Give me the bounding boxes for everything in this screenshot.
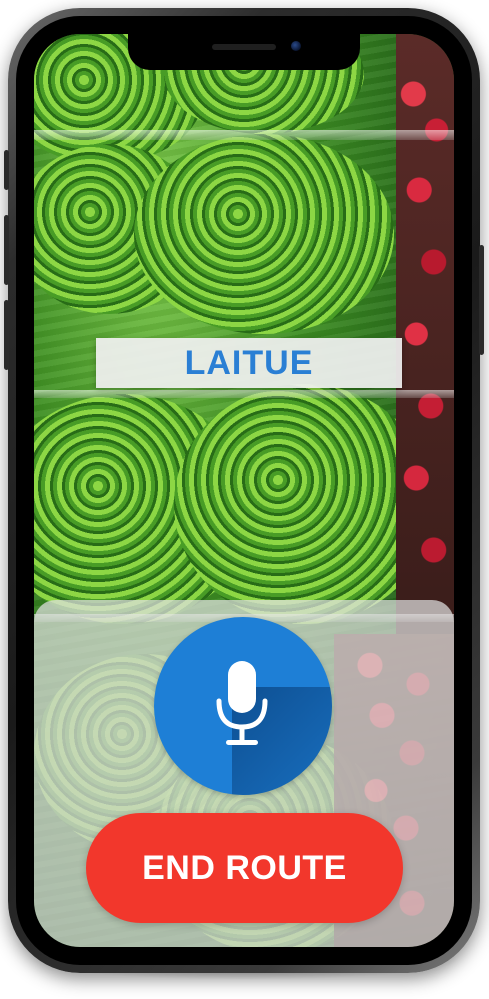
speaker-grille [212,44,276,50]
side-button-left-2 [4,215,9,285]
side-button-left-3 [4,300,9,370]
phone-notch [128,34,360,70]
microphone-button[interactable] [154,617,332,795]
shelf-edge [34,130,454,140]
front-camera [291,41,301,51]
end-route-label: END ROUTE [142,848,347,887]
product-label: LAITUE [96,338,402,388]
end-route-button[interactable]: END ROUTE [86,813,403,923]
lettuce-head [174,384,434,624]
microphone-icon [216,661,268,745]
radish-display [396,34,454,634]
side-button-left-1 [4,150,9,190]
shelf-edge [34,390,454,398]
product-name: LAITUE [184,343,314,382]
lettuce-head [134,134,394,334]
side-button-right [479,245,484,355]
